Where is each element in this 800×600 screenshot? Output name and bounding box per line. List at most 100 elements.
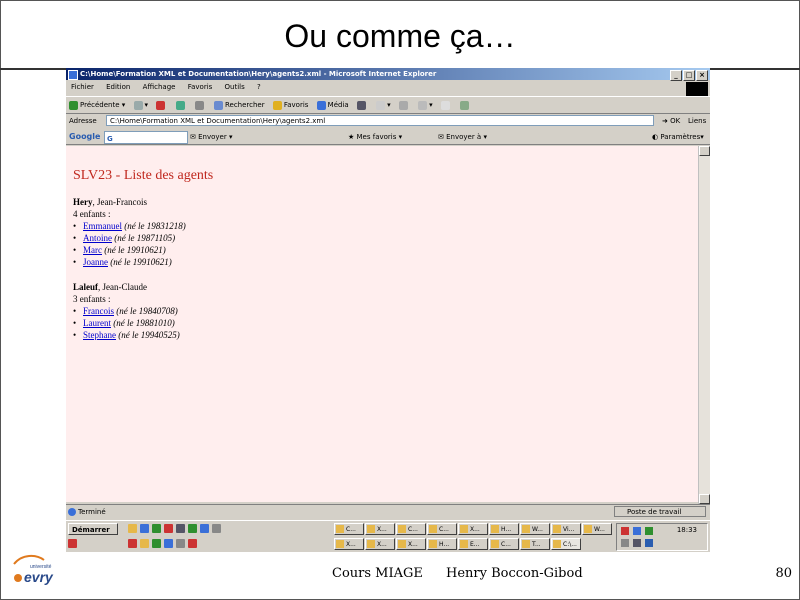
discuss-button[interactable]: [438, 97, 455, 113]
quicklaunch-icon[interactable]: [188, 539, 197, 548]
scroll-up-button[interactable]: [699, 146, 710, 156]
taskbar-task[interactable]: C...: [396, 523, 426, 535]
quicklaunch-icon[interactable]: [68, 539, 77, 548]
menu-fichier[interactable]: Fichier: [66, 81, 99, 94]
taskbar-task[interactable]: E...: [458, 538, 488, 550]
taskbar-task[interactable]: X...: [365, 538, 395, 550]
quicklaunch-icon[interactable]: [140, 539, 149, 548]
child-link[interactable]: Francois: [83, 306, 114, 316]
print-button[interactable]: [396, 97, 413, 113]
scroll-down-button[interactable]: [699, 494, 710, 504]
quicklaunch-icon[interactable]: [212, 524, 221, 533]
task-icon: [429, 540, 437, 548]
menu-outils[interactable]: Outils: [220, 81, 250, 94]
taskbar-task-active[interactable]: C:\...: [551, 538, 581, 550]
task-label: X...: [346, 541, 356, 548]
child-link[interactable]: Joanne: [83, 257, 108, 267]
history-button[interactable]: [354, 97, 371, 113]
media-button[interactable]: Média: [314, 97, 352, 113]
tray-icon[interactable]: [621, 539, 629, 547]
taskbar-task[interactable]: C...: [489, 538, 519, 550]
back-button[interactable]: Précédente ▾: [66, 97, 128, 113]
quicklaunch-icon[interactable]: [176, 524, 185, 533]
home-button[interactable]: [192, 97, 209, 113]
task-label: E...: [470, 541, 480, 548]
tray-icon[interactable]: [645, 539, 653, 547]
quicklaunch-icon[interactable]: [152, 524, 161, 533]
go-button[interactable]: ➜ OK: [662, 114, 680, 128]
taskbar-task[interactable]: T...: [520, 538, 550, 550]
messenger-button[interactable]: [457, 97, 474, 113]
print-icon: [398, 100, 408, 110]
refresh-button[interactable]: [173, 97, 190, 113]
taskbar-task[interactable]: W...: [520, 523, 550, 535]
settings-button[interactable]: ◐ Paramètres▾: [652, 130, 704, 144]
child-link[interactable]: Laurent: [83, 318, 111, 328]
taskbar-task[interactable]: X...: [365, 523, 395, 535]
mail-button[interactable]: ▾: [373, 97, 394, 113]
child-item: Joanne (né le 19910621): [73, 256, 186, 268]
minimize-button[interactable]: _: [670, 70, 682, 81]
close-button[interactable]: ×: [696, 70, 708, 81]
send-to-button[interactable]: ✉ Envoyer à ▾: [438, 130, 487, 144]
address-input[interactable]: C:\Home\Formation XML et Documentation\H…: [106, 115, 654, 126]
settings-label: Paramètres: [660, 133, 701, 141]
taskbar-task[interactable]: X...: [396, 538, 426, 550]
child-link[interactable]: Marc: [83, 245, 102, 255]
tray-icon[interactable]: [645, 527, 653, 535]
tray-icon[interactable]: [633, 527, 641, 535]
google-send-button[interactable]: ✉ Envoyer ▾: [190, 130, 232, 144]
child-link[interactable]: Antoine: [83, 233, 112, 243]
maximize-button[interactable]: □: [683, 70, 695, 81]
quicklaunch-icon[interactable]: [188, 524, 197, 533]
quicklaunch-icon[interactable]: [128, 539, 137, 548]
quicklaunch-icon[interactable]: [140, 524, 149, 533]
quicklaunch-icon[interactable]: [200, 524, 209, 533]
my-favorites-label: Mes favoris: [356, 133, 397, 141]
taskbar-task[interactable]: Vi...: [551, 523, 581, 535]
child-birthdate: (né le 19940525): [118, 330, 180, 340]
menu-help[interactable]: ?: [252, 81, 266, 94]
taskbar-task[interactable]: X...: [334, 538, 364, 550]
task-icon: [429, 525, 437, 533]
child-item: Emmanuel (né le 19831218): [73, 220, 186, 232]
discuss-icon: [440, 100, 450, 110]
quicklaunch-icon[interactable]: [164, 539, 173, 548]
task-label: C...: [501, 541, 511, 548]
child-link[interactable]: Stephane: [83, 330, 116, 340]
my-favorites-button[interactable]: ★ Mes favoris ▾: [348, 130, 402, 144]
quicklaunch-icon[interactable]: [152, 539, 161, 548]
taskbar-task[interactable]: H...: [489, 523, 519, 535]
agent-name-line: Laleuf, Jean-Claude: [73, 281, 180, 293]
start-button[interactable]: Démarrer: [68, 523, 118, 535]
forward-button[interactable]: ▾: [131, 97, 152, 113]
child-link[interactable]: Emmanuel: [83, 221, 122, 231]
taskbar-task[interactable]: H...: [427, 538, 457, 550]
vertical-scrollbar[interactable]: [698, 146, 710, 504]
links-button[interactable]: Liens: [688, 114, 706, 128]
system-tray: 18:33: [616, 523, 708, 551]
taskbar-task[interactable]: C...: [427, 523, 457, 535]
stop-button[interactable]: [153, 97, 170, 113]
google-search-input[interactable]: G: [104, 131, 188, 144]
search-icon: [213, 100, 223, 110]
edit-button[interactable]: ▾: [415, 97, 436, 113]
menu-bar: Fichier Edition Affichage Favoris Outils…: [66, 81, 710, 94]
page-done-icon: [68, 508, 76, 516]
favorites-button[interactable]: Favoris: [270, 97, 312, 113]
tray-icon[interactable]: [621, 527, 629, 535]
task-icon: [398, 540, 406, 548]
taskbar-task[interactable]: W...: [582, 523, 612, 535]
task-label: C...: [346, 526, 356, 533]
taskbar-task[interactable]: C...: [334, 523, 364, 535]
quicklaunch-icon[interactable]: [176, 539, 185, 548]
menu-edition[interactable]: Edition: [101, 81, 135, 94]
menu-favoris[interactable]: Favoris: [183, 81, 218, 94]
menu-affichage[interactable]: Affichage: [138, 81, 181, 94]
quicklaunch-icon[interactable]: [164, 524, 173, 533]
taskbar-task[interactable]: X...: [458, 523, 488, 535]
quicklaunch-icon[interactable]: [128, 524, 137, 533]
search-button[interactable]: Rechercher: [211, 97, 268, 113]
tray-icon[interactable]: [633, 539, 641, 547]
task-label: W...: [532, 526, 543, 533]
